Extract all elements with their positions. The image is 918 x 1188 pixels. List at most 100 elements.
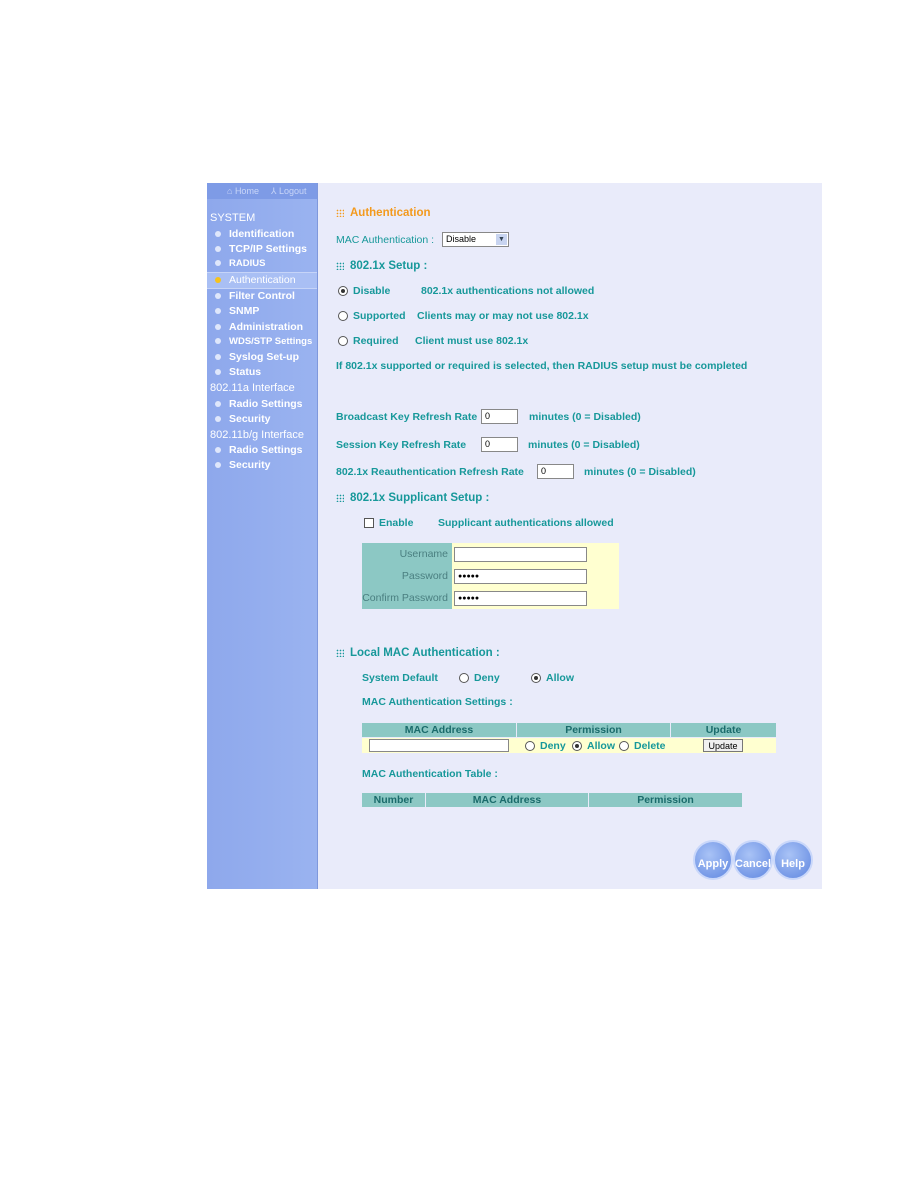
radio-icon xyxy=(531,673,541,684)
username-input[interactable] xyxy=(454,547,587,562)
sidebar-section-80211bg: 802.11b/g Interface xyxy=(210,429,304,441)
reauth-label: 802.1x Reauthentication Refresh Rate xyxy=(336,466,524,478)
label: Radio Settings xyxy=(229,444,303,456)
update-button[interactable]: Update xyxy=(703,739,743,752)
sidebar-section-system: SYSTEM xyxy=(210,212,256,224)
sidebar-item-filter-control[interactable]: Filter Control xyxy=(215,290,295,302)
radio-icon xyxy=(619,741,629,752)
supplicant-title: 802.1x Supplicant Setup : xyxy=(336,492,489,504)
bullet-icon xyxy=(215,246,221,253)
label: Identification xyxy=(229,228,295,240)
reauth-input[interactable]: 0 xyxy=(537,464,574,479)
home-link[interactable]: ⌂ Home xyxy=(227,186,259,196)
grid-icon xyxy=(336,261,344,270)
label: WDS/STP Settings xyxy=(229,336,313,347)
label: Filter Control xyxy=(229,290,295,302)
sidebar-item-a-security[interactable]: Security xyxy=(215,413,270,425)
radius-note: If 802.1x supported or required is selec… xyxy=(336,360,748,372)
sidebar-item-identification[interactable]: Identification xyxy=(215,228,294,240)
supported-desc: Clients may or may not use 802.1x xyxy=(417,310,589,322)
sidebar-item-administration[interactable]: Administration xyxy=(215,321,303,333)
label: Syslog Set-up xyxy=(229,351,300,363)
session-key-label: Session Key Refresh Rate xyxy=(336,439,467,451)
mac-address-input[interactable] xyxy=(369,739,509,752)
radio-supported[interactable]: Supported xyxy=(338,310,406,322)
bullet-icon xyxy=(215,447,221,454)
label: Deny xyxy=(540,740,566,752)
enable-desc: Supplicant authentications allowed xyxy=(438,517,614,529)
confirm-password-input[interactable]: ●●●●● xyxy=(454,591,587,606)
top-nav: ⌂ Home ⅄ Logout xyxy=(207,183,317,199)
username-label: Username xyxy=(399,548,448,560)
label: Delete xyxy=(634,740,666,752)
label: Deny xyxy=(474,672,500,684)
title-text: Local MAC Authentication : xyxy=(350,647,500,659)
required-desc: Client must use 802.1x xyxy=(415,335,529,347)
mac-auth-select[interactable]: Disable ▼ xyxy=(442,232,509,247)
select-value: Disable xyxy=(446,234,477,244)
grid-icon xyxy=(336,208,344,217)
password-input[interactable]: ●●●●● xyxy=(454,569,587,584)
enable-checkbox[interactable]: Enable xyxy=(364,517,413,529)
radio-icon xyxy=(525,741,535,752)
label: Administration xyxy=(229,321,304,333)
perm-deny-radio[interactable]: Deny xyxy=(525,740,566,752)
cancel-button[interactable]: Cancel xyxy=(733,840,773,880)
bullet-icon xyxy=(215,354,221,361)
label: Status xyxy=(229,366,262,378)
sidebar-item-authentication[interactable]: Authentication xyxy=(215,274,296,286)
label: Security xyxy=(229,413,271,425)
radio-required[interactable]: Required xyxy=(338,335,399,347)
sidebar: ⌂ Home ⅄ Logout SYSTEM Identification TC… xyxy=(207,183,318,889)
password-label: Password xyxy=(401,570,448,582)
header-mac-address: MAC Address xyxy=(362,723,516,737)
bullet-icon xyxy=(215,338,221,345)
table-header-number: Number xyxy=(362,793,425,807)
reauth-unit: minutes (0 = Disabled) xyxy=(584,466,696,478)
radio-icon xyxy=(459,673,469,684)
bullet-icon xyxy=(215,231,221,238)
system-default-label: System Default xyxy=(362,672,438,684)
bullet-icon xyxy=(215,462,221,469)
sidebar-item-snmp[interactable]: SNMP xyxy=(215,305,259,317)
chevron-down-icon: ▼ xyxy=(496,234,507,245)
sidebar-item-status[interactable]: Status xyxy=(215,366,261,378)
sidebar-item-a-radio-settings[interactable]: Radio Settings xyxy=(215,398,303,410)
help-button[interactable]: Help xyxy=(773,840,813,880)
perm-allow-radio[interactable]: Allow xyxy=(572,740,615,752)
label: Required xyxy=(353,335,399,347)
sidebar-item-tcpip[interactable]: TCP/IP Settings xyxy=(215,243,307,255)
table-header-mac-address: MAC Address xyxy=(426,793,588,807)
grid-icon xyxy=(336,648,344,657)
router-config-page: ⌂ Home ⅄ Logout SYSTEM Identification TC… xyxy=(207,183,822,889)
broadcast-key-input[interactable]: 0 xyxy=(481,409,518,424)
sidebar-item-radius[interactable]: RADIUS xyxy=(215,258,265,269)
sidebar-item-wds-stp[interactable]: WDS/STP Settings xyxy=(215,336,312,347)
perm-delete-radio[interactable]: Delete xyxy=(619,740,666,752)
label: Enable xyxy=(379,517,414,529)
header-permission: Permission xyxy=(517,723,670,737)
sidebar-item-bg-security[interactable]: Security xyxy=(215,459,270,471)
settings-label: MAC Authentication Settings : xyxy=(362,696,513,708)
bullet-icon xyxy=(215,324,221,331)
table-label: MAC Authentication Table : xyxy=(362,768,498,780)
default-allow-radio[interactable]: Allow xyxy=(531,672,574,684)
header-update: Update xyxy=(671,723,776,737)
sidebar-item-bg-radio-settings[interactable]: Radio Settings xyxy=(215,444,303,456)
title-text: Authentication xyxy=(350,207,431,219)
session-key-input[interactable]: 0 xyxy=(481,437,518,452)
label: RADIUS xyxy=(229,258,266,269)
default-deny-radio[interactable]: Deny xyxy=(459,672,500,684)
sidebar-section-80211a: 802.11a Interface xyxy=(210,382,295,394)
title-text: 802.1x Setup : xyxy=(350,260,428,272)
logout-label: Logout xyxy=(279,186,307,196)
apply-button[interactable]: Apply xyxy=(693,840,733,880)
logout-link[interactable]: ⅄ Logout xyxy=(271,186,307,197)
radio-disable[interactable]: Disable xyxy=(338,285,390,297)
local-mac-title: Local MAC Authentication : xyxy=(336,647,500,659)
sidebar-item-syslog[interactable]: Syslog Set-up xyxy=(215,351,299,363)
bullet-icon xyxy=(215,401,221,408)
mac-auth-label: MAC Authentication : xyxy=(336,234,435,246)
disable-desc: 802.1x authentications not allowed xyxy=(421,285,595,297)
bullet-icon xyxy=(215,416,221,423)
